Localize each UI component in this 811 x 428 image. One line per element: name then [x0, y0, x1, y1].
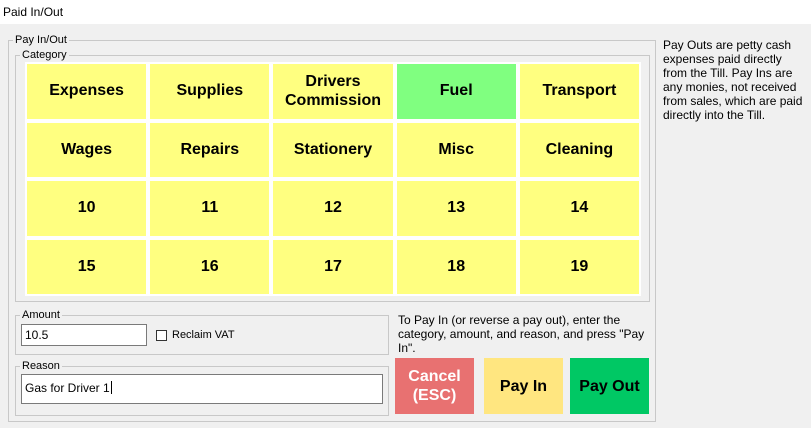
- category-button-misc[interactable]: Misc: [396, 122, 516, 177]
- category-legend: Category: [20, 49, 69, 61]
- category-button-wages[interactable]: Wages: [27, 122, 147, 177]
- reason-input[interactable]: Gas for Driver 1: [21, 374, 383, 404]
- category-button-15[interactable]: 15: [27, 239, 147, 294]
- category-button-14[interactable]: 14: [519, 181, 639, 236]
- reason-legend: Reason: [20, 360, 62, 372]
- category-button-13[interactable]: 13: [396, 181, 516, 236]
- amount-legend: Amount: [20, 309, 62, 321]
- category-button-repairs[interactable]: Repairs: [150, 122, 270, 177]
- pay-in-button[interactable]: Pay In: [484, 358, 563, 414]
- pay-in-out-legend: Pay In/Out: [13, 34, 69, 46]
- reason-value: Gas for Driver 1: [25, 381, 110, 395]
- category-button-transport[interactable]: Transport: [519, 64, 639, 119]
- category-button-16[interactable]: 16: [150, 239, 270, 294]
- category-button-10[interactable]: 10: [27, 181, 147, 236]
- category-button-17[interactable]: 17: [273, 239, 393, 294]
- text-cursor: [110, 381, 112, 394]
- category-button-supplies[interactable]: Supplies: [150, 64, 270, 119]
- category-button-19[interactable]: 19: [519, 239, 639, 294]
- category-button-fuel[interactable]: Fuel: [396, 64, 516, 119]
- pay-out-button[interactable]: Pay Out: [570, 358, 649, 414]
- window-title: Paid In/Out: [0, 0, 811, 24]
- category-button-11[interactable]: 11: [150, 181, 270, 236]
- cancel-button[interactable]: Cancel (ESC): [395, 358, 474, 414]
- category-button-drivers-commission[interactable]: Drivers Commission: [273, 64, 393, 119]
- category-button-expenses[interactable]: Expenses: [27, 64, 147, 119]
- pay-in-hint: To Pay In (or reverse a pay out), enter …: [398, 313, 645, 355]
- reclaim-vat-checkbox[interactable]: Reclaim VAT: [156, 329, 235, 341]
- reclaim-vat-label: Reclaim VAT: [172, 329, 235, 341]
- category-button-cleaning[interactable]: Cleaning: [519, 122, 639, 177]
- info-text: Pay Outs are petty cash expenses paid di…: [663, 38, 803, 122]
- category-button-18[interactable]: 18: [396, 239, 516, 294]
- category-button-stationery[interactable]: Stationery: [273, 122, 393, 177]
- reclaim-vat-box[interactable]: [156, 329, 167, 341]
- category-button-12[interactable]: 12: [273, 181, 393, 236]
- amount-input[interactable]: 10.5: [21, 324, 147, 346]
- category-grid: Expenses Supplies Drivers Commission Fuel Tr…: [25, 62, 641, 296]
